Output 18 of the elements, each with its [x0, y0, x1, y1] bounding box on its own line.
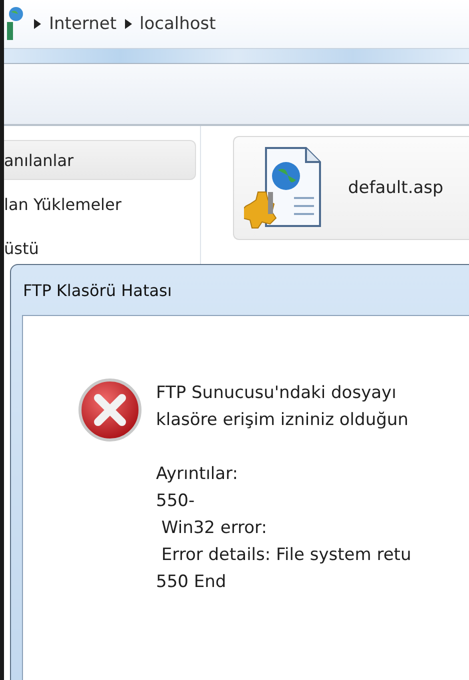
error-detail: Win32 error:: [160, 517, 268, 540]
file-name: default.asp: [348, 178, 444, 198]
error-detail: 550 End: [156, 571, 228, 594]
breadcrumb-item[interactable]: Internet: [49, 14, 117, 34]
nav-item[interactable]: lan Yüklemeler: [4, 184, 196, 224]
error-message: FTP Sunucusu'ndaki dosyayı: [156, 382, 398, 405]
error-icon: [78, 378, 142, 442]
error-detail: 550-: [156, 490, 196, 513]
error-detail: Ayrıntılar:: [156, 463, 239, 486]
nav-item[interactable]: üstü: [4, 228, 196, 268]
error-detail: Error details: File system retu: [160, 544, 412, 567]
dialog-title: FTP Klasörü Hatası: [22, 280, 173, 302]
nav-item[interactable]: anılanlar: [4, 140, 196, 180]
caret-icon: [34, 19, 41, 29]
file-tile[interactable]: default.asp: [233, 136, 469, 240]
caret-icon: [124, 19, 132, 29]
breadcrumb-item[interactable]: localhost: [140, 14, 216, 34]
error-message: klasöre erişim izniniz olduğun: [156, 409, 410, 432]
